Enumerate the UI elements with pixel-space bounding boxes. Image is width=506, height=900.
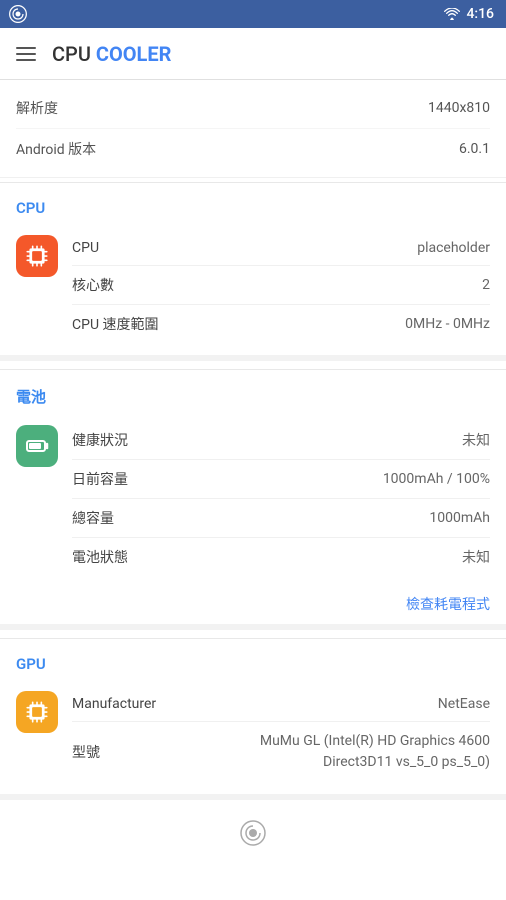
- cpu-speed-row: CPU 速度範圍 0MHz - 0MHz: [72, 305, 490, 343]
- app-title-cooler: COOLER: [96, 42, 172, 66]
- battery-top-divider: [0, 369, 506, 370]
- cpu-cores-value: 2: [482, 277, 490, 293]
- menu-line-1: [16, 47, 36, 49]
- battery-rows: 健康狀況 未知 日前容量 1000mAh / 100% 總容量 1000mAh …: [72, 421, 490, 576]
- battery-health-value: 未知: [462, 430, 490, 450]
- cpu-cores-row: 核心數 2: [72, 266, 490, 305]
- menu-line-3: [16, 59, 36, 61]
- battery-total-row: 總容量 1000mAh: [72, 499, 490, 538]
- cpu-rows: CPU placeholder 核心數 2 CPU 速度範圍 0MHz - 0M…: [72, 231, 490, 343]
- cpu-section-body: CPU placeholder 核心數 2 CPU 速度範圍 0MHz - 0M…: [0, 223, 506, 355]
- status-bar-right: 4:16: [444, 6, 494, 22]
- cpu-top-divider: [0, 182, 506, 183]
- resolution-label: 解析度: [16, 98, 58, 118]
- battery-link-container: 檢查耗電程式: [0, 588, 506, 624]
- cpu-section-header: CPU: [0, 187, 506, 223]
- battery-section-body: 健康狀況 未知 日前容量 1000mAh / 100% 總容量 1000mAh …: [0, 413, 506, 588]
- status-bar-left: [8, 4, 28, 24]
- cpu-model-row: CPU placeholder: [72, 231, 490, 266]
- wifi-icon: [444, 8, 460, 20]
- battery-health-row: 健康狀況 未知: [72, 421, 490, 460]
- status-time: 4:16: [466, 6, 494, 22]
- battery-current-value: 1000mAh / 100%: [383, 471, 490, 487]
- bottom-area: [0, 804, 506, 854]
- app-title-cpu: CPU: [52, 42, 91, 66]
- android-version-label: Android 版本: [16, 139, 96, 159]
- battery-current-label: 日前容量: [72, 469, 128, 489]
- gpu-model-value: MuMu GL (Intel(R) HD Graphics 4600Direct…: [260, 731, 490, 773]
- resolution-row: 解析度 1440x810: [16, 88, 490, 129]
- cpu-speed-label: CPU 速度範圍: [72, 314, 159, 334]
- gpu-model-row: 型號 MuMu GL (Intel(R) HD Graphics 4600Dir…: [72, 722, 490, 782]
- android-version-row: Android 版本 6.0.1: [16, 129, 490, 169]
- battery-total-label: 總容量: [72, 508, 114, 528]
- battery-status-value: 未知: [462, 547, 490, 567]
- top-info-section: 解析度 1440x810 Android 版本 6.0.1: [0, 80, 506, 178]
- gpu-icon-container: [16, 691, 58, 733]
- app-bar: CPU COOLER: [0, 28, 506, 80]
- android-version-value: 6.0.1: [459, 141, 490, 157]
- cpu-cores-label: 核心數: [72, 275, 114, 295]
- gpu-section-header: GPU: [0, 643, 506, 679]
- gpu-rows: Manufacturer NetEase 型號 MuMu GL (Intel(R…: [72, 687, 490, 782]
- gpu-section-body: Manufacturer NetEase 型號 MuMu GL (Intel(R…: [0, 679, 506, 794]
- battery-total-value: 1000mAh: [429, 510, 490, 526]
- menu-line-2: [16, 53, 36, 55]
- content-area: 解析度 1440x810 Android 版本 6.0.1 CPU: [0, 80, 506, 854]
- cpu-model-label: CPU: [72, 240, 99, 256]
- gpu-section: GPU: [0, 638, 506, 804]
- cpu-icon-container: [16, 235, 58, 277]
- cpu-bottom-divider: [0, 355, 506, 361]
- cpu-model-value: placeholder: [417, 240, 490, 256]
- battery-bottom-divider: [0, 624, 506, 630]
- battery-section-header: 電池: [0, 374, 506, 413]
- battery-check-link[interactable]: 檢查耗電程式: [406, 597, 490, 613]
- app-title: CPU COOLER: [52, 42, 171, 66]
- battery-status-row: 電池狀態 未知: [72, 538, 490, 576]
- app-small-icon: [8, 4, 28, 24]
- bottom-icon: [238, 818, 268, 848]
- cpu-chip-icon: [24, 243, 50, 269]
- menu-button[interactable]: [16, 47, 36, 61]
- cpu-section: CPU: [0, 182, 506, 365]
- battery-icon-container: [16, 425, 58, 467]
- gpu-manufacturer-label: Manufacturer: [72, 696, 156, 712]
- gpu-top-divider: [0, 638, 506, 639]
- battery-section: 電池 健康狀況 未知 日前容量 1000mAh / 100%: [0, 369, 506, 634]
- gpu-manufacturer-row: Manufacturer NetEase: [72, 687, 490, 722]
- gpu-manufacturer-value: NetEase: [438, 696, 490, 712]
- gpu-chip-icon: [24, 699, 50, 725]
- battery-health-label: 健康狀況: [72, 430, 128, 450]
- gpu-model-label: 型號: [72, 742, 100, 762]
- resolution-value: 1440x810: [428, 100, 490, 116]
- cpu-speed-value: 0MHz - 0MHz: [405, 316, 490, 332]
- battery-icon: [25, 434, 49, 458]
- battery-current-row: 日前容量 1000mAh / 100%: [72, 460, 490, 499]
- battery-status-label: 電池狀態: [72, 547, 128, 567]
- gpu-bottom-divider: [0, 794, 506, 800]
- status-bar: 4:16: [0, 0, 506, 28]
